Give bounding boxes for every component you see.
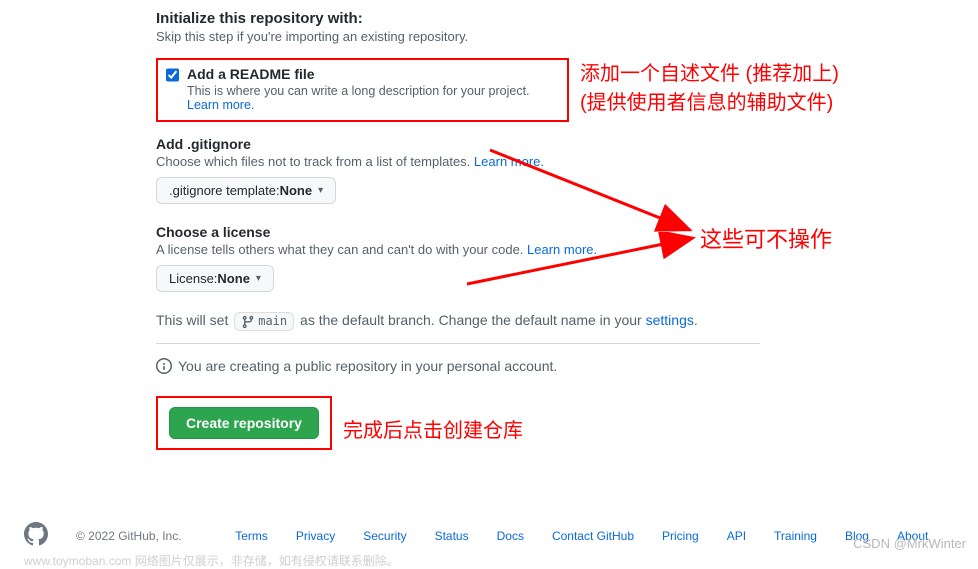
- license-learn-more-link[interactable]: Learn more.: [527, 242, 597, 257]
- default-branch-note: This will set main as the default branch…: [156, 312, 760, 331]
- readme-desc: This is where you can write a long descr…: [187, 84, 559, 112]
- init-title: Initialize this repository with:: [156, 10, 760, 27]
- footer-link[interactable]: Training: [774, 529, 817, 543]
- annotation-optional: 这些可不操作: [700, 224, 832, 256]
- footer-link[interactable]: Status: [435, 529, 469, 543]
- license-dropdown[interactable]: License: None▾: [156, 265, 274, 292]
- watermark-bottom: www.toymoban.com 网络图片仅展示，非存储，如有侵权请联系删除。: [24, 552, 399, 569]
- readme-label: Add a README file: [187, 66, 559, 82]
- footer: © 2022 GitHub, Inc. Terms Privacy Securi…: [0, 522, 978, 549]
- github-logo-icon: [24, 522, 48, 549]
- gitignore-block: Add .gitignore Choose which files not to…: [156, 136, 760, 204]
- license-block: Choose a license A license tells others …: [156, 224, 760, 292]
- create-button-highlight: Create repository: [156, 396, 332, 450]
- footer-link[interactable]: Pricing: [662, 529, 699, 543]
- init-subtitle: Skip this step if you're importing an ex…: [156, 29, 760, 44]
- footer-link[interactable]: Terms: [235, 529, 268, 543]
- branch-badge: main: [234, 312, 294, 331]
- annotation-create: 完成后点击创建仓库: [343, 417, 523, 446]
- create-repository-button[interactable]: Create repository: [169, 407, 319, 439]
- footer-link[interactable]: Contact GitHub: [552, 529, 634, 543]
- readme-block: Add a README file This is where you can …: [156, 58, 569, 122]
- chevron-down-icon: ▾: [256, 273, 261, 284]
- license-title: Choose a license: [156, 224, 760, 240]
- gitignore-desc: Choose which files not to track from a l…: [156, 154, 760, 169]
- readme-checkbox[interactable]: [166, 68, 179, 82]
- gitignore-dropdown[interactable]: .gitignore template: None▾: [156, 177, 336, 204]
- chevron-down-icon: ▾: [318, 185, 323, 196]
- info-row: You are creating a public repository in …: [156, 358, 760, 374]
- separator: [156, 343, 760, 344]
- watermark-csdn: CSDN @MrkWinter: [853, 536, 966, 551]
- settings-link[interactable]: settings: [646, 312, 694, 328]
- annotation-readme: 添加一个自述文件 (推荐加上) (提供使用者信息的辅助文件): [580, 60, 839, 118]
- info-icon: [156, 358, 172, 374]
- license-desc: A license tells others what they can and…: [156, 242, 760, 257]
- footer-copyright: © 2022 GitHub, Inc.: [76, 529, 182, 543]
- gitignore-title: Add .gitignore: [156, 136, 760, 152]
- footer-link[interactable]: Docs: [497, 529, 524, 543]
- git-branch-icon: [241, 314, 258, 329]
- footer-link[interactable]: Security: [363, 529, 406, 543]
- gitignore-learn-more-link[interactable]: Learn more.: [474, 154, 544, 169]
- footer-link[interactable]: Privacy: [296, 529, 335, 543]
- readme-learn-more-link[interactable]: Learn more.: [187, 98, 254, 112]
- footer-links: Terms Privacy Security Status Docs Conta…: [210, 529, 954, 543]
- footer-link[interactable]: API: [727, 529, 746, 543]
